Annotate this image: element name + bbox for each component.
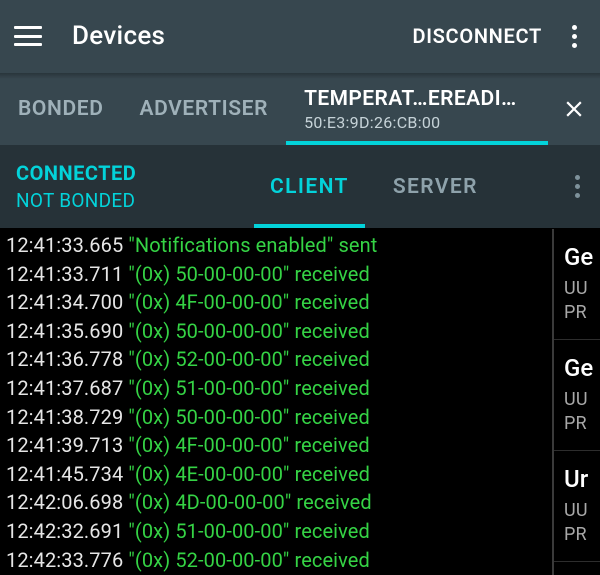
log-row: 12:41:39.713 "(0x) 4F-00-00-00" received xyxy=(6,431,548,460)
status-connected: CONNECTED xyxy=(16,161,248,185)
log-row: 12:41:33.711 "(0x) 50-00-00-00" received xyxy=(6,260,548,289)
log-timestamp: 12:41:45.734 xyxy=(6,462,128,486)
services-panel[interactable]: GeUUPRGeUUPRUrUUPR xyxy=(552,229,600,575)
log-row: 12:42:06.698 "(0x) 4D-00-00-00" received xyxy=(6,488,548,517)
log-row: 12:41:34.700 "(0x) 4F-00-00-00" received xyxy=(6,288,548,317)
log-timestamp: 12:42:06.698 xyxy=(6,490,128,514)
overflow-menu-icon[interactable] xyxy=(562,25,586,48)
log-row: 12:41:33.665 "Notifications enabled" sen… xyxy=(6,231,548,260)
tab-label: ADVERTISER xyxy=(139,97,268,121)
log-timestamp: 12:42:33.776 xyxy=(6,548,128,572)
log-message: "(0x) 4E-00-00-00" received xyxy=(128,462,370,486)
log-timestamp: 12:41:33.711 xyxy=(6,262,128,286)
log-timestamp: 12:41:39.713 xyxy=(6,433,128,457)
service-line: UU xyxy=(564,277,600,301)
log-message: "(0x) 50-00-00-00" received xyxy=(128,262,370,286)
log-row: 12:41:36.778 "(0x) 52-00-00-00" received xyxy=(6,345,548,374)
log-message: "(0x) 50-00-00-00" received xyxy=(128,319,370,343)
log-row: 12:42:32.691 "(0x) 51-00-00-00" received xyxy=(6,517,548,546)
log-row: 12:41:38.729 "(0x) 50-00-00-00" received xyxy=(6,403,548,432)
log-timestamp: 12:42:32.691 xyxy=(6,519,128,543)
tab-bonded[interactable]: BONDED xyxy=(0,73,121,145)
service-line: PR xyxy=(564,523,600,547)
tab-label: BONDED xyxy=(18,97,103,121)
log-message: "(0x) 4F-00-00-00" received xyxy=(128,290,369,314)
subtab-client[interactable]: CLIENT xyxy=(248,145,371,228)
app-bar: Devices DISCONNECT xyxy=(0,0,600,72)
log-message: "(0x) 4D-00-00-00" received xyxy=(128,490,371,514)
log-timestamp: 12:41:37.687 xyxy=(6,376,128,400)
device-mac: 50:E3:9D:26:CB:00 xyxy=(304,113,440,132)
menu-icon[interactable] xyxy=(14,26,42,46)
subtab-label: CLIENT xyxy=(270,175,349,199)
service-line: PR xyxy=(564,412,600,436)
service-title: Ur xyxy=(564,465,600,493)
page-title: Devices xyxy=(72,21,412,51)
log-message: "(0x) 51-00-00-00" received xyxy=(128,519,370,543)
service-item[interactable]: Ge UUPR xyxy=(554,340,600,451)
service-title: Ge xyxy=(564,243,600,271)
content-body: 12:41:33.665 "Notifications enabled" sen… xyxy=(0,229,600,575)
device-name: TEMPERAT…EREADING xyxy=(304,87,524,111)
log-row: 12:41:35.690 "(0x) 50-00-00-00" received xyxy=(6,317,548,346)
service-item[interactable]: Ur UUPR xyxy=(554,451,600,562)
log-timestamp: 12:41:36.778 xyxy=(6,347,128,371)
top-tabs: BONDED ADVERTISER TEMPERAT…EREADING 50:E… xyxy=(0,72,600,145)
subtab-label: SERVER xyxy=(393,175,478,199)
service-title: Ge xyxy=(564,354,600,382)
log-row: 12:42:33.776 "(0x) 52-00-00-00" received xyxy=(6,546,548,575)
status-bond: NOT BONDED xyxy=(16,189,248,212)
log-timestamp: 12:41:34.700 xyxy=(6,290,128,314)
log-message: "Notifications enabled" sent xyxy=(128,233,377,257)
service-line: UU xyxy=(564,388,600,412)
sub-tabs: CLIENT SERVER xyxy=(248,145,554,228)
log-panel[interactable]: 12:41:33.665 "Notifications enabled" sen… xyxy=(0,229,552,575)
tab-advertiser[interactable]: ADVERTISER xyxy=(121,73,286,145)
log-row: 12:41:45.734 "(0x) 4E-00-00-00" received xyxy=(6,460,548,489)
service-item[interactable]: Ge UUPR xyxy=(554,229,600,340)
disconnect-button[interactable]: DISCONNECT xyxy=(412,24,542,48)
log-row: 12:41:37.687 "(0x) 51-00-00-00" received xyxy=(6,374,548,403)
log-message: "(0x) 50-00-00-00" received xyxy=(128,405,370,429)
close-tab-button[interactable] xyxy=(548,73,600,145)
log-message: "(0x) 51-00-00-00" received xyxy=(128,376,370,400)
log-message: "(0x) 4F-00-00-00" received xyxy=(128,433,369,457)
app-root: Devices DISCONNECT BONDED ADVERTISER TEM… xyxy=(0,0,600,575)
service-line: PR xyxy=(564,301,600,325)
tab-device[interactable]: TEMPERAT…EREADING 50:E3:9D:26:CB:00 xyxy=(286,73,548,145)
subtab-server[interactable]: SERVER xyxy=(371,145,500,228)
log-timestamp: 12:41:33.665 xyxy=(6,233,128,257)
service-line: UU xyxy=(564,499,600,523)
log-timestamp: 12:41:35.690 xyxy=(6,319,128,343)
log-message: "(0x) 52-00-00-00" received xyxy=(128,347,370,371)
close-icon xyxy=(561,96,587,122)
subtab-overflow-icon[interactable] xyxy=(554,145,600,228)
connection-status[interactable]: CONNECTED NOT BONDED xyxy=(0,145,248,228)
log-message: "(0x) 52-00-00-00" received xyxy=(128,548,370,572)
status-bar: CONNECTED NOT BONDED CLIENT SERVER xyxy=(0,145,600,229)
log-timestamp: 12:41:38.729 xyxy=(6,405,128,429)
